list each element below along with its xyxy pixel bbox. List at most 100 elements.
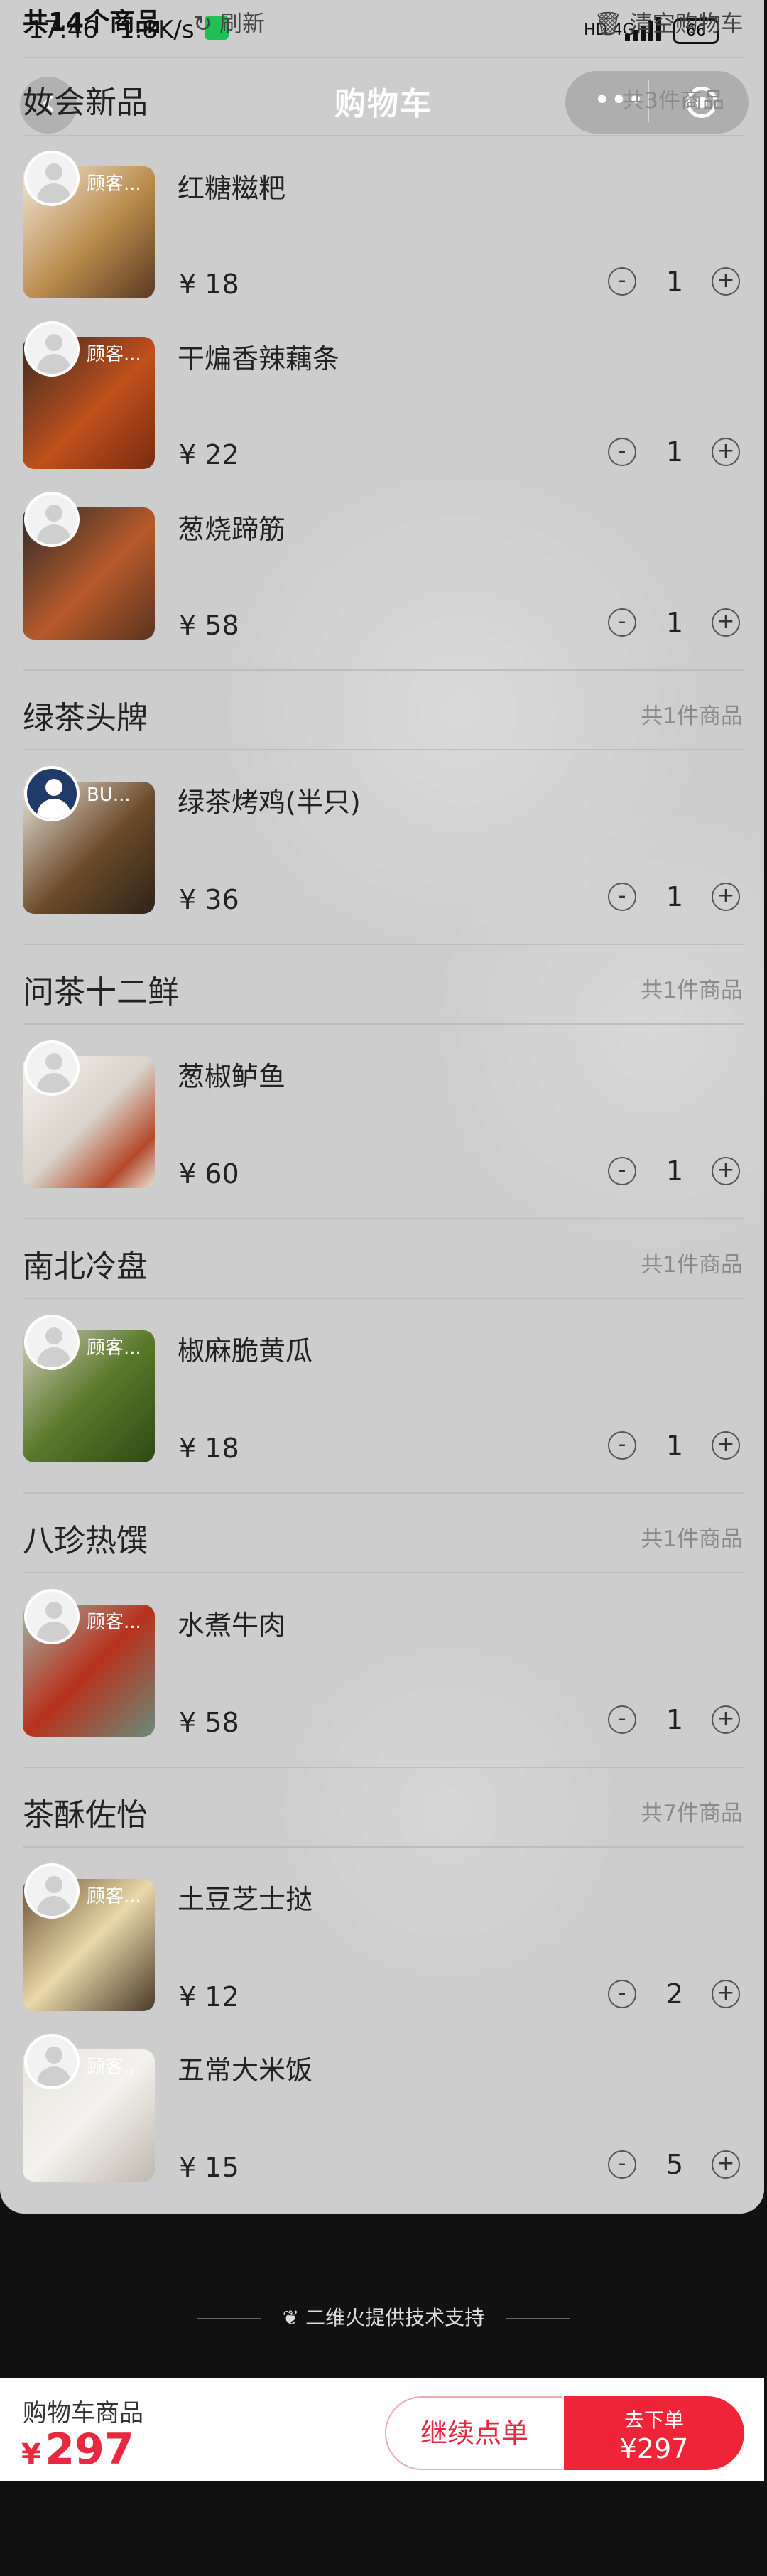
item-price: ¥ 12 [179, 1981, 239, 2012]
clear-cart-label: 清空购物车 [629, 10, 744, 37]
price-value: 36 [205, 884, 239, 915]
group-count: 共1件商品 [641, 1526, 743, 1552]
item-name: 干煸香辣藕条 [178, 343, 340, 374]
price-value: 60 [205, 1158, 239, 1190]
item-price: ¥ 58 [179, 1707, 239, 1738]
item-name: 水煮牛肉 [178, 1610, 286, 1641]
quantity-value: 1 [665, 1430, 684, 1461]
currency-symbol: ¥ [179, 610, 197, 641]
avatar-icon [24, 151, 80, 206]
decrease-button[interactable]: - [608, 1157, 636, 1185]
currency-symbol: ¥ [179, 2152, 197, 2183]
group-count: 共1件商品 [641, 978, 743, 1003]
avatar-label: 顾客... [87, 2057, 141, 2078]
avatar-label: 顾客... [87, 173, 141, 195]
price-value: 15 [205, 2152, 239, 2183]
continue-ordering-button[interactable]: 继续点单 [385, 2396, 562, 2470]
price-value: 18 [205, 1433, 239, 1464]
checkout-bar: 购物车商品 ¥ 297 继续点单 去下单 ¥297 [0, 2378, 764, 2481]
item-price: ¥ 15 [179, 2152, 239, 2183]
place-order-button[interactable]: 去下单 ¥297 [564, 2396, 744, 2470]
decrease-button[interactable]: - [608, 1980, 636, 2008]
leaf-icon: ❦ [282, 2306, 300, 2329]
item-name: 葱椒鲈鱼 [178, 1061, 286, 1092]
increase-button[interactable]: + [712, 1705, 740, 1734]
decrease-button[interactable]: - [608, 267, 636, 296]
decrease-button[interactable]: - [608, 883, 636, 911]
group-count: 共1件商品 [641, 704, 743, 729]
decrease-button[interactable]: - [608, 608, 636, 637]
increase-button[interactable]: + [712, 1980, 740, 2008]
increase-button[interactable]: + [712, 267, 740, 296]
decrease-button[interactable]: - [608, 2150, 636, 2179]
group-count: 共1件商品 [641, 1252, 743, 1278]
increase-button[interactable]: + [712, 2150, 740, 2179]
currency-symbol: ¥ [179, 1158, 197, 1190]
cart-total: ¥ 297 [21, 2425, 134, 2474]
quantity-value: 1 [665, 881, 684, 912]
price-value: 22 [205, 439, 239, 470]
decrease-button[interactable]: - [608, 1705, 636, 1734]
item-name: 椒麻脆黄瓜 [178, 1335, 313, 1367]
item-name: 绿茶烤鸡(半只) [178, 787, 361, 818]
item-price: ¥ 60 [179, 1158, 239, 1190]
place-order-amount: ¥297 [619, 2433, 689, 2464]
currency-symbol: ¥ [179, 884, 197, 915]
refresh-label: 刷新 [219, 10, 265, 37]
clear-cart-button[interactable]: 🗑 清空购物车 [594, 6, 744, 38]
avatar-icon [24, 1863, 80, 1919]
currency-symbol: ¥ [179, 1981, 197, 2012]
quantity-value: 5 [665, 2149, 684, 2180]
item-name: 五常大米饭 [178, 2054, 313, 2086]
currency-symbol: ¥ [179, 1707, 197, 1738]
group-title: 八珍热馔 [23, 1523, 148, 1559]
increase-button[interactable]: + [712, 1157, 740, 1185]
avatar-label: 顾客... [87, 1886, 141, 1907]
item-price: ¥ 22 [179, 439, 239, 470]
increase-button[interactable]: + [712, 438, 740, 466]
avatar-icon [24, 321, 80, 377]
price-value: 18 [205, 269, 239, 300]
currency-symbol: ¥ [179, 269, 197, 300]
cart-total-label: 购物车商品 [23, 2399, 143, 2427]
item-price: ¥ 36 [179, 884, 239, 915]
decrease-button[interactable]: - [608, 438, 636, 466]
currency-symbol: ¥ [179, 439, 197, 470]
total-value: 297 [45, 2425, 134, 2474]
quantity-value: 2 [665, 1978, 684, 2010]
item-price: ¥ 18 [179, 1433, 239, 1464]
group-title: 绿茶头牌 [23, 700, 148, 736]
avatar-icon [24, 1589, 80, 1644]
avatar-label: 顾客... [87, 1612, 141, 1633]
group-count: 共7件商品 [641, 1801, 743, 1826]
quantity-value: 1 [665, 1155, 684, 1187]
avatar-icon [24, 1040, 80, 1096]
decrease-button[interactable]: - [608, 1431, 636, 1460]
avatar-icon [24, 766, 80, 821]
price-value: 58 [205, 610, 239, 641]
avatar-icon [24, 2034, 80, 2089]
refresh-button[interactable]: ↻ 刷新 [193, 6, 265, 38]
avatar-label: 顾客... [87, 344, 141, 365]
increase-button[interactable]: + [712, 883, 740, 911]
currency-symbol: ¥ [21, 2438, 41, 2471]
powered-by-text: 二维火提供技术支持 [305, 2306, 485, 2329]
powered-by: ❦ 二维火提供技术支持 [0, 2302, 767, 2331]
currency-symbol: ¥ [179, 1433, 197, 1464]
avatar-label: 顾客... [87, 1337, 141, 1359]
avatar-label: BU... [87, 785, 131, 806]
quantity-value: 1 [665, 1704, 684, 1735]
avatar-icon [24, 492, 80, 547]
price-value: 12 [205, 1981, 239, 2012]
place-order-label: 去下单 [624, 2408, 684, 2432]
increase-button[interactable]: + [712, 608, 740, 637]
group-title: 问茶十二鲜 [23, 974, 179, 1011]
quantity-value: 1 [665, 436, 684, 468]
increase-button[interactable]: + [712, 1431, 740, 1460]
item-price: ¥ 58 [179, 610, 239, 641]
group-title: 茶酥佐怡 [23, 1797, 148, 1833]
quantity-value: 1 [665, 266, 684, 297]
cart-sheet: 17:46 1.8K/s HD 4G 66 共14个商品 ↻ 刷新 🗑 清空购物… [0, 0, 764, 2214]
group-title: 南北冷盘 [23, 1249, 148, 1285]
avatar-icon [24, 1315, 80, 1370]
